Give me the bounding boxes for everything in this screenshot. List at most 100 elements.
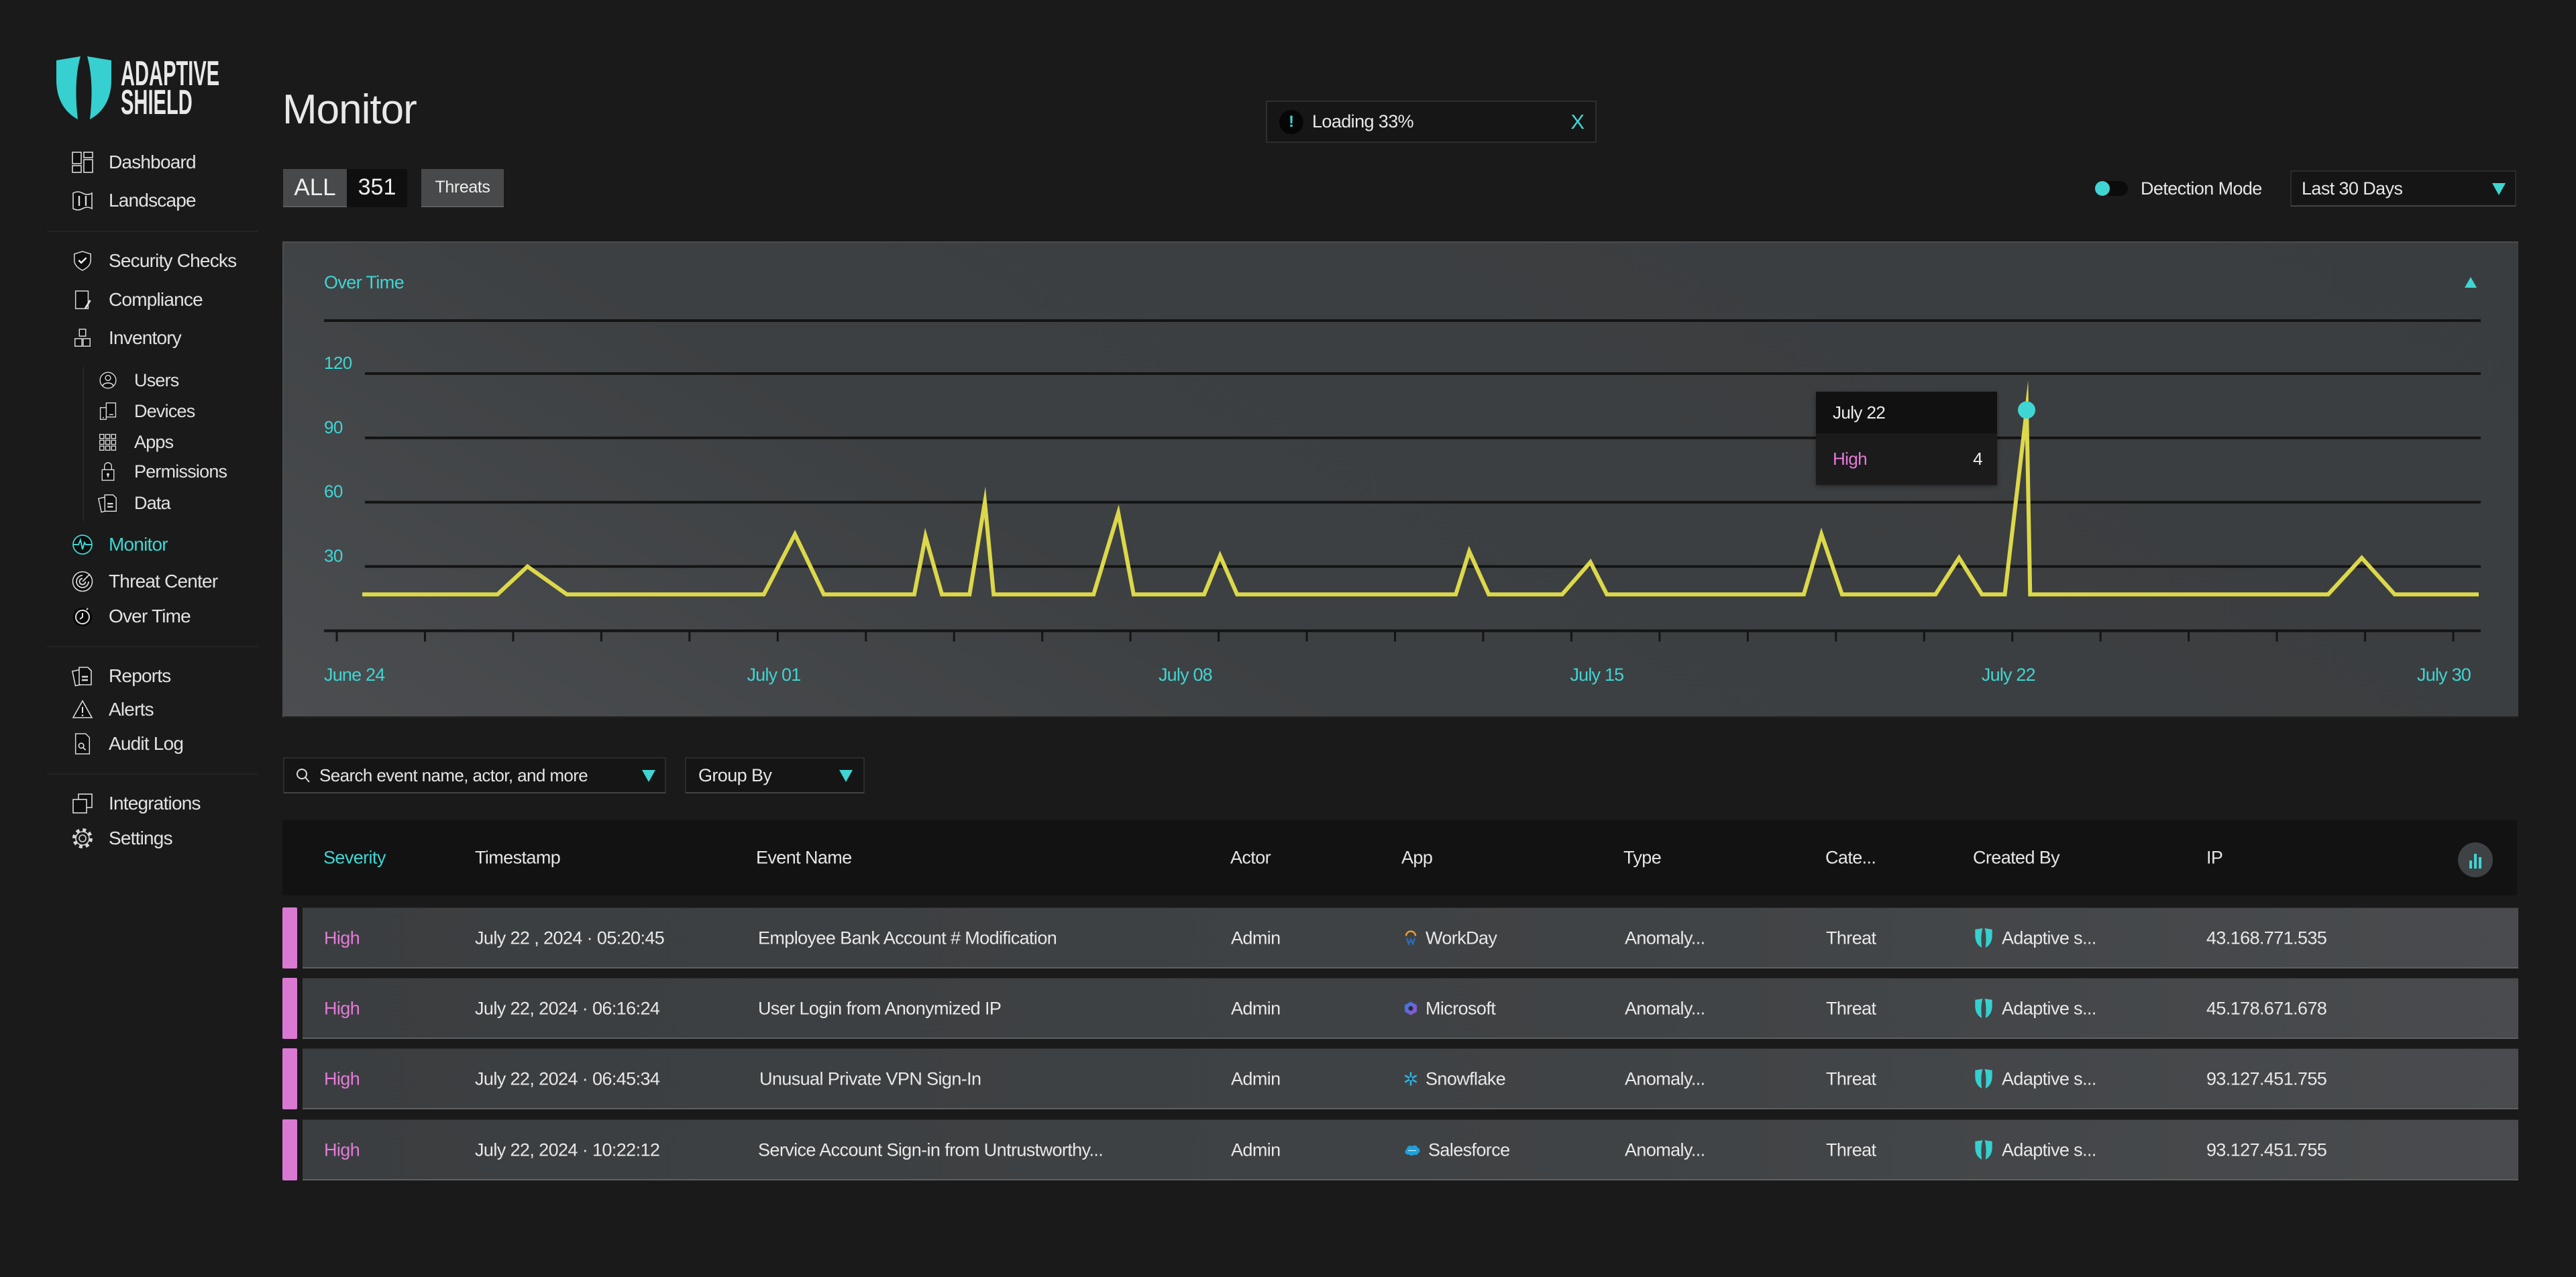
filter-threats-button[interactable]: Threats [421,169,504,207]
column-header-created-by[interactable]: Created By [1973,848,2060,869]
table-row[interactable]: High July 22, 2024 · 06:16:24 User Login… [282,978,2518,1039]
chevron-down-icon [642,770,655,782]
filter-all-count-value: 351 [358,174,396,200]
close-toast-button[interactable]: X [1570,102,1585,142]
cell-app: WorkDay [1403,928,1497,948]
lock-icon [95,458,121,485]
sidebar-item-compliance[interactable]: Compliance [69,286,203,313]
cell-ip: 45.178.671.678 [2206,998,2327,1018]
gear-icon [69,825,96,852]
search-input[interactable]: Search event name, actor, and more [283,757,666,793]
cell-app: Microsoft [1403,998,1496,1019]
loading-toast: ! Loading 33% X [1266,101,1597,143]
sidebar-item-users[interactable]: Users [95,367,179,394]
column-header-severity[interactable]: Severity [323,848,386,869]
sidebar-item-audit-log[interactable]: Audit Log [69,730,184,757]
table-row[interactable]: High July 22, 2024 · 06:45:34 Unusual Pr… [282,1048,2518,1109]
adaptive-shield-icon [1975,998,1992,1019]
sidebar-item-permissions[interactable]: Permissions [95,458,227,485]
severity-indicator [282,1048,297,1109]
sidebar-item-inventory[interactable]: Inventory [69,325,182,351]
column-header-type[interactable]: Type [1623,848,1662,869]
sidebar-item-settings[interactable]: Settings [69,825,173,852]
documents-icon [95,490,121,516]
adaptive-shield-logo-icon[interactable] [56,56,112,120]
y-tick-label: 120 [324,353,352,373]
x-tick-label: July 08 [1159,665,1212,685]
filter-all-button[interactable]: ALL [283,169,347,207]
adaptive-shield-icon [1975,1140,1992,1160]
sidebar-item-over-time[interactable]: Over Time [69,603,191,630]
sidebar-item-monitor[interactable]: Monitor [69,531,168,558]
loading-text: Loading 33% [1312,111,1414,131]
sidebar-item-reports[interactable]: Reports [69,663,171,689]
x-tick-label: July 22 [1982,665,2035,685]
filter-all-label: ALL [294,174,336,201]
chart-toggle-button[interactable] [2458,842,2493,877]
sidebar-item-label: Over Time [109,606,191,626]
sidebar-item-label: Data [134,492,171,513]
cell-ip: 43.168.771.535 [2206,928,2327,948]
sidebar-item-integrations[interactable]: Integrations [69,790,201,817]
detection-mode-toggle[interactable] [2095,181,2128,196]
highlighted-data-point [2018,401,2036,419]
over-time-chart: 30 60 90 120 June 24 July 01 July 08 July 15 Jul… [324,319,2481,685]
column-header-app[interactable]: App [1401,848,1433,869]
chart-title: Over Time [324,272,405,292]
brand-name-line2: SHIELD [121,83,193,122]
sidebar-item-dashboard[interactable]: Dashboard [69,149,197,176]
workday-icon [1405,930,1417,946]
sidebar-item-landscape[interactable]: Landscape [69,187,197,214]
cell-timestamp: July 22, 2024 · 10:22:12 [475,1140,660,1160]
sidebar-item-label: Reports [109,665,171,686]
cell-event-name: Employee Bank Account # Modification [758,928,1057,948]
warning-icon [69,696,96,723]
events-table-header: Severity Timestamp Event Name Actor App … [282,820,2517,895]
table-row[interactable]: High July 22 , 2024 · 05:20:45 Employee … [282,907,2518,968]
cell-actor: Admin [1231,1140,1281,1160]
cell-category: Threat [1826,1068,1876,1089]
app-name: Salesforce [1428,1140,1510,1160]
column-header-event-name[interactable]: Event Name [756,848,852,869]
column-header-category[interactable]: Cate... [1825,848,1876,869]
collapse-chart-icon[interactable] [2465,277,2477,288]
bar-chart-icon [2469,854,2481,869]
x-tick-label: July 30 [2417,665,2471,685]
column-header-ip[interactable]: IP [2206,848,2223,869]
toggle-knob [2095,181,2110,196]
cell-category: Threat [1826,998,1876,1018]
sidebar-item-apps[interactable]: Apps [95,429,174,455]
cell-type: Anomaly... [1625,1068,1705,1089]
sidebar-item-data[interactable]: Data [95,490,171,516]
inventory-subtree-line [83,367,84,521]
detection-mode-label: Detection Mode [2141,178,2262,199]
chevron-down-icon [839,770,853,782]
severity-indicator [282,907,297,968]
cell-event-name: Unusual Private VPN Sign-In [759,1068,981,1089]
table-row[interactable]: High July 22, 2024 · 10:22:12 Service Ac… [282,1119,2518,1180]
sidebar-item-label: Alerts [109,699,154,720]
column-header-timestamp[interactable]: Timestamp [475,848,561,869]
app-name: Microsoft [1426,998,1496,1018]
sidebar-item-devices[interactable]: Devices [95,398,195,425]
cell-severity: High [324,998,360,1018]
date-range-select[interactable]: Last 30 Days [2290,170,2516,207]
sidebar-item-security-checks[interactable]: Security Checks [69,247,237,274]
sidebar-divider [47,646,258,647]
reports-icon [69,663,96,689]
cell-type: Anomaly... [1625,1140,1705,1160]
microsoft-icon [1405,1001,1417,1015]
cell-severity: High [324,928,360,948]
cell-actor: Admin [1231,928,1281,948]
y-tick-label: 90 [324,417,343,437]
group-by-select[interactable]: Group By [685,757,865,793]
tooltip-body: High 4 [1816,433,1997,485]
severity-indicator [282,978,297,1039]
sidebar-item-threat-center[interactable]: Threat Center [69,568,218,595]
sidebar-item-label: Apps [134,431,174,452]
column-header-actor[interactable]: Actor [1230,848,1271,869]
cell-timestamp: July 22 , 2024 · 05:20:45 [475,928,665,948]
cell-severity: High [324,1140,360,1160]
sidebar-item-alerts[interactable]: Alerts [69,696,154,723]
cell-actor: Admin [1231,1068,1281,1089]
